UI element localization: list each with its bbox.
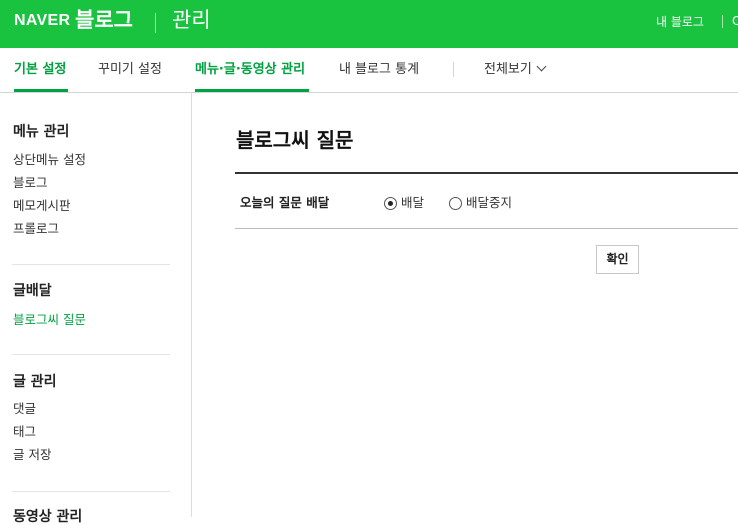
settings-tab-bar: 기본 설정 꾸미기 설정 메뉴·글·동영상 관리 내 블로그 통계 전체보기: [0, 48, 738, 93]
sidebar-divider: [12, 264, 170, 265]
tab-basic-settings-underline: [14, 89, 68, 92]
page-section-title[interactable]: 관리: [172, 7, 211, 33]
radio-deliver[interactable]: 배달: [384, 195, 424, 211]
tab-decoration-settings[interactable]: 꾸미기 설정: [98, 62, 162, 78]
form-divider: [235, 228, 738, 229]
sidebar-group-video-management: 동영상 관리: [13, 509, 83, 525]
my-blog-link[interactable]: 내 블로그: [656, 15, 704, 29]
radio-stop-delivery-control[interactable]: [449, 196, 462, 210]
tab-blog-statistics[interactable]: 내 블로그 통계: [339, 62, 419, 78]
tab-view-all[interactable]: 전체보기: [484, 61, 547, 78]
tab-menu-post-video-management[interactable]: 메뉴·글·동영상 관리: [195, 62, 305, 78]
radio-stop-delivery[interactable]: 배달중지: [449, 195, 512, 211]
sidebar-divider: [12, 491, 170, 492]
sidebar-item-prologue[interactable]: 프롤로그: [13, 221, 59, 236]
tab-view-all-label: 전체보기: [484, 62, 532, 77]
sidebar-item-saved-posts[interactable]: 글 저장: [13, 447, 51, 462]
title-divider: [235, 172, 738, 174]
sidebar-item-comments[interactable]: 댓글: [13, 401, 36, 416]
sidebar-item-memo-board[interactable]: 메모게시판: [13, 198, 71, 213]
radio-stop-delivery-label: 배달중지: [466, 195, 513, 210]
confirm-button[interactable]: 확인: [596, 245, 639, 274]
naver-logo[interactable]: NAVER: [14, 12, 70, 30]
sidebar-group-menu-management: 메뉴 관리: [13, 124, 70, 140]
cut-off-link[interactable]: O: [732, 14, 738, 28]
radio-deliver-label: 배달: [401, 195, 425, 210]
radio-deliver-control[interactable]: [384, 196, 397, 210]
chevron-down-icon: [536, 61, 547, 72]
sidebar-item-blog[interactable]: 블로그: [13, 175, 48, 190]
tab-menu-post-video-management-underline: [195, 89, 309, 92]
sidebar-item-top-menu-settings[interactable]: 상단메뉴 설정: [13, 152, 86, 167]
sidebar-item-tags[interactable]: 태그: [13, 424, 36, 439]
sidebar-group-post-management: 글 관리: [13, 374, 57, 390]
top-header-bar: NAVER 블로그 관리 내 블로그 O: [0, 0, 738, 48]
tab-divider: [453, 62, 454, 77]
tab-basic-settings[interactable]: 기본 설정: [14, 62, 66, 78]
page-title: 블로그씨 질문: [236, 128, 354, 152]
sidebar-item-blogc-question[interactable]: 블로그씨 질문: [13, 312, 86, 327]
blog-logo[interactable]: 블로그: [75, 7, 133, 33]
sidebar-group-post-delivery: 글배달: [13, 283, 52, 299]
header-divider: [155, 13, 156, 33]
daily-question-delivery-label: 오늘의 질문 배달: [240, 195, 330, 210]
sidebar-divider: [12, 354, 170, 355]
top-right-divider: [722, 15, 723, 28]
left-sidebar: 메뉴 관리 상단메뉴 설정 블로그 메모게시판 프롤로그 글배달 블로그씨 질문…: [0, 93, 192, 525]
